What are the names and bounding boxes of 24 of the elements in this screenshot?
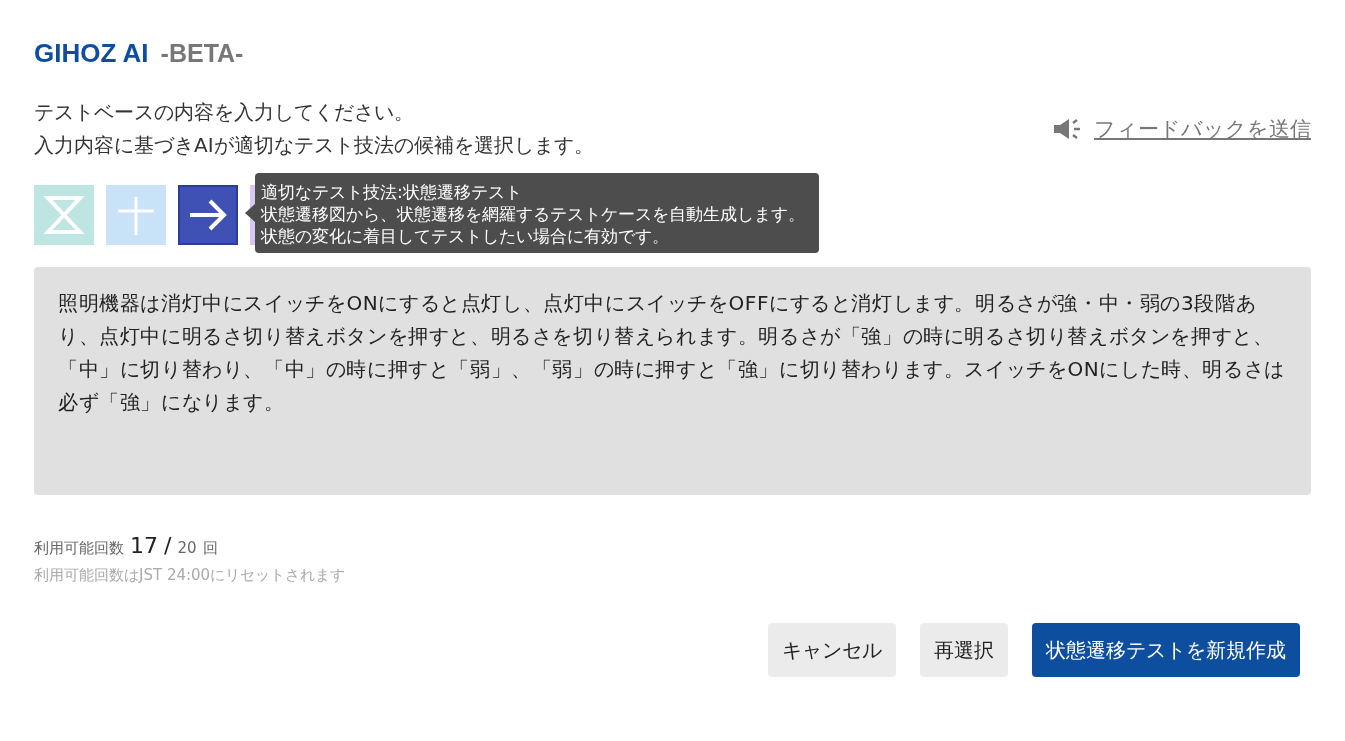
action-button[interactable]: 再選択 bbox=[920, 623, 1008, 677]
beta-label: -BETA- bbox=[160, 39, 244, 68]
tooltip-text: 状態遷移図から、状態遷移を網羅するテストケースを自動生成します。 bbox=[261, 203, 805, 225]
technique-tile[interactable] bbox=[106, 185, 166, 245]
tooltip-text: 適切なテスト技法:状態遷移テスト bbox=[261, 181, 523, 203]
megaphone-icon bbox=[1052, 117, 1082, 141]
usage-label: 利用可能回数 bbox=[34, 539, 124, 558]
hourglass-icon bbox=[42, 193, 86, 237]
usage-unit: 回 bbox=[202, 539, 218, 558]
usage-separator: / bbox=[164, 533, 172, 558]
technique-tile[interactable] bbox=[34, 185, 94, 245]
feedback-link[interactable]: フィードバックを送信 bbox=[1052, 115, 1311, 143]
arrow-icon bbox=[188, 198, 228, 232]
create-button[interactable]: 状態遷移テストを新規作成 bbox=[1032, 623, 1300, 677]
reset-note: 利用可能回数はJST 24:00にリセットされます bbox=[34, 566, 347, 585]
test-base-field[interactable]: 照明機器は消灯中にスイッチをONにすると点灯し、点灯中にスイッチをOFFにすると消灯します。明るさが強・中・弱の3段階あり、点灯中に明るさ切り替えボタンを押すと、明るさを切り替えられます。明るさが「強」の時に明るさ切り替えボタンを押すと、「中」に切り替わり、「中」の時に押すと「弱」、「弱」の時に押すと「強」に切り替わります。スイッチをONにした時、明るさは必ず「強」になります。 bbox=[34, 267, 1311, 495]
tooltip-text: 状態の変化に着目してテストしたい場合に有効です。 bbox=[261, 225, 670, 247]
technique-tile[interactable] bbox=[178, 185, 238, 245]
usage-count: 17 bbox=[130, 533, 158, 558]
usage-total: 20 bbox=[177, 539, 197, 557]
instruction-text: 入力内容に基づきAIが適切なテスト技法の候補を選択します。 bbox=[34, 132, 594, 159]
instruction-text: テストベースの内容を入力してください。 bbox=[34, 99, 415, 126]
app-title: GIHOZ AI bbox=[34, 38, 149, 69]
action-button[interactable]: キャンセル bbox=[768, 623, 896, 677]
